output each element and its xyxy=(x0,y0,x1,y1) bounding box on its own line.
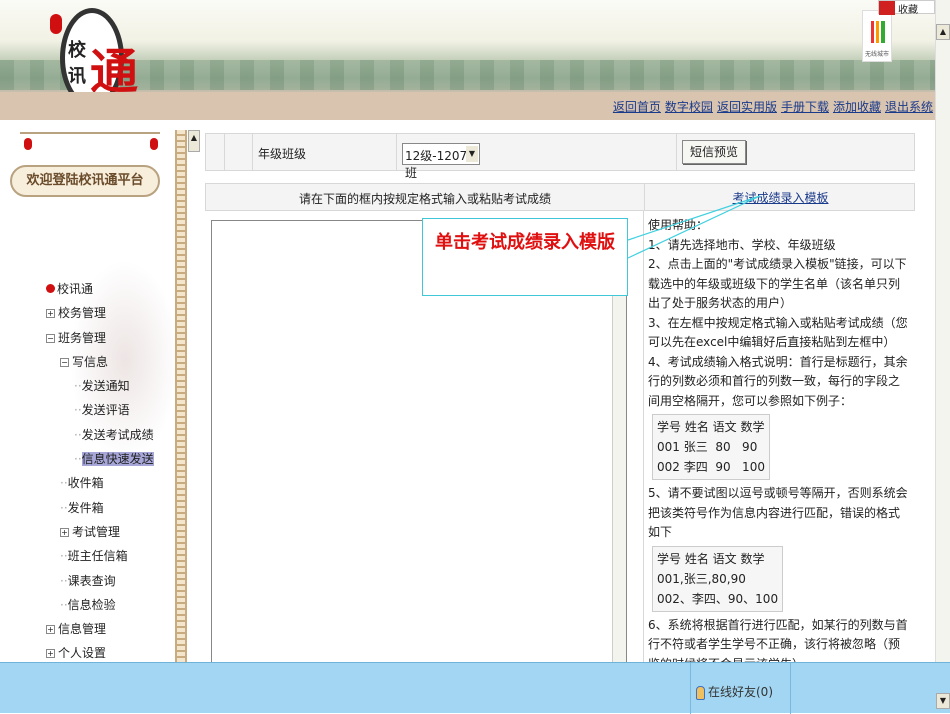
example-line: 学号 姓名 语文 数学 xyxy=(657,420,765,434)
badge-text: 无线城市 xyxy=(864,51,889,58)
nav-practical[interactable]: 返回实用版 xyxy=(717,100,777,114)
chevron-down-icon[interactable]: ▼ xyxy=(466,146,478,162)
tree-school-affairs[interactable]: + 校务管理 xyxy=(46,301,154,325)
grade-value: 12级-1207班 xyxy=(405,149,468,180)
example-wrong: 学号 姓名 语文 数学 001,张三,80,90 002、李四、90、100 xyxy=(652,545,784,612)
tree-outbox[interactable]: ··发件箱 xyxy=(46,496,154,520)
input-header-row: 请在下面的框内按规定格式输入或粘贴考试成绩 考试成绩录入模板 xyxy=(205,183,915,211)
tree-label: 信息检验 xyxy=(67,597,116,612)
expand-icon[interactable]: + xyxy=(46,649,55,659)
tree-class-affairs[interactable]: − 班务管理 xyxy=(46,326,154,350)
help-item: 5、请不要试图以逗号或顿号等隔开，否则系统会把该类符号作为信息内容进行匹配，错误… xyxy=(648,486,908,539)
help-item: 2、点击上面的"考试成绩录入模板"链接，可以下载选中的年级或班级下的学生名单（该… xyxy=(648,257,907,310)
tree-label: 写信息 xyxy=(72,354,109,369)
grade-select[interactable]: 12级-1207班 ▼ xyxy=(402,143,480,180)
tree-info-mgmt[interactable]: + 信息管理 xyxy=(46,617,154,641)
help-item: 1、请先选择地市、学校、年级班级 xyxy=(648,237,836,252)
tree-label: 信息管理 xyxy=(58,622,107,637)
example-line: 002、李四、90、100 xyxy=(657,591,779,606)
instruction-text: 请在下面的框内按规定格式输入或粘贴考试成绩 xyxy=(298,192,551,206)
logo-char: 校 xyxy=(68,40,86,61)
online-friends-button[interactable]: 在线好友(0) xyxy=(696,683,773,700)
example-line: 001,张三,80,90 xyxy=(657,571,746,586)
tree-root[interactable]: 校讯通 xyxy=(46,277,154,301)
lantern-icon xyxy=(24,138,32,150)
help-item: 4、考试成绩输入格式说明：首行是标题行，其余行的列数必须和首行的列数一致，每行的… xyxy=(648,354,908,408)
nav-digital-campus[interactable]: 数字校园 xyxy=(665,100,713,114)
tree-write-info[interactable]: − 写信息 xyxy=(46,350,154,374)
annotation-callout: 单击考试成绩录入模版 xyxy=(422,218,628,296)
tree-schedule[interactable]: ··课表查询 xyxy=(46,569,154,593)
signal-icon xyxy=(871,21,885,43)
tree-info-check[interactable]: ··信息检验 xyxy=(46,593,154,617)
tree-send-comment[interactable]: ··发送评语 xyxy=(46,398,154,422)
tree-teacher-mailbox[interactable]: ··班主任信箱 xyxy=(46,544,154,568)
seal-icon xyxy=(50,14,62,34)
collapse-icon[interactable]: − xyxy=(46,333,55,343)
favorite-label: 收藏 xyxy=(898,5,918,16)
tree-label: 发件箱 xyxy=(67,500,104,515)
tree-label: 班务管理 xyxy=(58,330,107,345)
collapse-icon[interactable]: − xyxy=(60,357,69,367)
tree-label: 收件箱 xyxy=(67,476,104,491)
lantern-icon xyxy=(150,138,158,150)
tree-send-notice[interactable]: ··发送通知 xyxy=(46,374,154,398)
template-link[interactable]: 考试成绩录入模板 xyxy=(644,184,916,210)
tree-send-exam[interactable]: ··发送考试成绩 xyxy=(46,423,154,447)
nav-tree: 校讯通 + 校务管理 − 班务管理 − 写信息 ··发送通知 ··发送评语 ··发送考… xyxy=(46,277,154,666)
tree-label-selected: 信息快速发送 xyxy=(81,452,154,467)
tree-inbox[interactable]: ··收件箱 xyxy=(46,471,154,495)
nav-logout[interactable]: 退出系统 xyxy=(885,100,933,114)
tree-label: 发送考试成绩 xyxy=(81,427,154,442)
scroll-down-icon[interactable]: ▼ xyxy=(936,693,950,709)
fret-border xyxy=(175,130,187,662)
tree-exam-mgmt[interactable]: + 考试管理 xyxy=(46,520,154,544)
tree-label: 考试管理 xyxy=(72,524,121,539)
user-icon xyxy=(696,685,705,700)
help-item: 3、在左框中按规定格式输入或粘贴考试成绩（您可以先在excel中编辑好后直接粘贴… xyxy=(648,315,908,350)
bottom-bar: 在线好友(0) ▼ xyxy=(0,662,950,714)
help-panel: 使用帮助： 1、请先选择地市、学校、年级班级 2、点击上面的"考试成绩录入模板"… xyxy=(643,211,915,671)
example-line: 002 李四 90 100 xyxy=(657,460,765,474)
tree-label: 发送通知 xyxy=(81,379,130,394)
online-friends-label: 在线好友(0) xyxy=(708,685,773,699)
page-scrollbar[interactable]: ▲ xyxy=(935,0,950,662)
nav-home[interactable]: 返回首页 xyxy=(613,100,661,114)
favorite-icon xyxy=(879,1,895,15)
example-line: 001 张三 80 90 xyxy=(657,440,758,454)
sidebar: 欢迎登陆校讯通平台 ▲ 校讯通 + 校务管理 − 班务管理 − 写信息 ··发送通知 … xyxy=(0,120,200,662)
grade-label: 年级班级 xyxy=(258,147,307,161)
example-correct: 学号 姓名 语文 数学 001 张三 80 90 002 李四 90 100 xyxy=(652,414,770,480)
welcome-banner: 欢迎登陆校讯通平台 xyxy=(10,165,160,197)
tree-label: 班主任信箱 xyxy=(67,549,128,564)
nav-manual[interactable]: 手册下载 xyxy=(781,100,829,114)
tree-label: 发送评语 xyxy=(81,403,130,418)
header-banner xyxy=(0,0,935,92)
help-title: 使用帮助： xyxy=(648,218,709,232)
expand-icon[interactable]: + xyxy=(60,527,69,537)
sidebar-scroll-up[interactable]: ▲ xyxy=(188,130,200,152)
nav-add-fav[interactable]: 添加收藏 xyxy=(833,100,881,114)
callout-text: 单击考试成绩录入模版 xyxy=(435,232,615,253)
tree-quick-send[interactable]: ··信息快速发送 xyxy=(46,447,154,471)
scroll-up-icon[interactable]: ▲ xyxy=(936,24,950,40)
grade-row: 年级班级 12级-1207班 ▼ 短信预览 xyxy=(205,133,915,180)
tree-label: 校讯通 xyxy=(57,282,94,296)
tree-label: 校务管理 xyxy=(58,306,107,321)
decor-frame xyxy=(20,132,160,167)
tree-label: 个人设置 xyxy=(58,646,107,661)
root-icon xyxy=(46,284,55,293)
example-line: 学号 姓名 语文 数学 xyxy=(657,551,765,566)
sms-preview-button[interactable]: 短信预览 xyxy=(682,140,746,164)
nav-bar: 返回首页 数字校园 返回实用版 手册下载 添加收藏 退出系统 xyxy=(0,92,935,120)
banner-scenery xyxy=(0,60,935,90)
logo-char: 讯 xyxy=(68,66,86,87)
expand-icon[interactable]: + xyxy=(46,309,55,319)
wireless-city-badge[interactable]: 无线城市 xyxy=(862,10,892,62)
tree-label: 课表查询 xyxy=(67,573,116,588)
expand-icon[interactable]: + xyxy=(46,625,55,635)
favorite-button[interactable]: 收藏 xyxy=(878,0,935,16)
